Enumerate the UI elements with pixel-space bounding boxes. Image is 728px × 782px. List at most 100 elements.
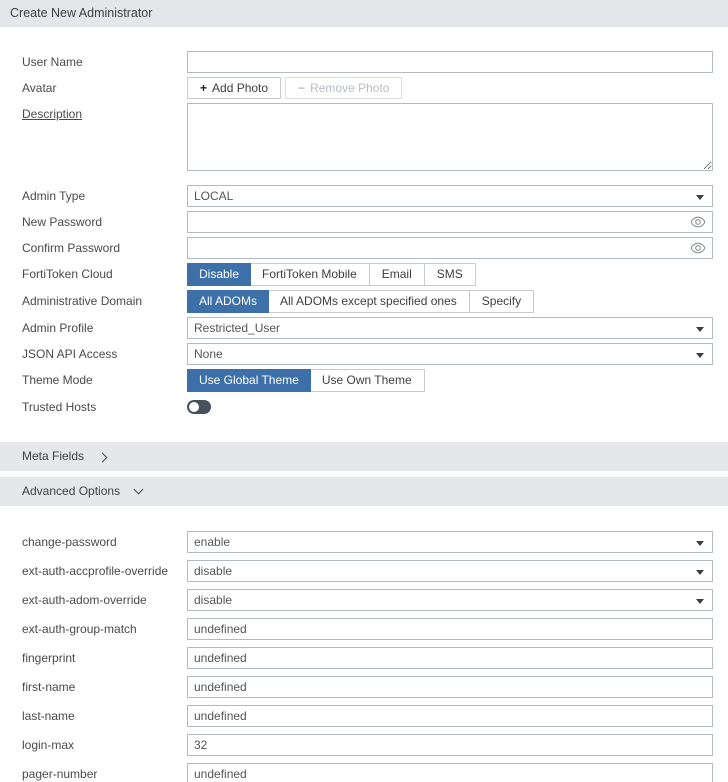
- adom-option-specify[interactable]: Specify: [470, 291, 533, 312]
- login-max-row: login-max: [22, 734, 713, 756]
- fortitoken-cloud-label: FortiToken Cloud: [22, 263, 187, 285]
- chevron-down-icon: [134, 485, 144, 495]
- change-password-label: change-password: [22, 531, 187, 553]
- ext-auth-adom-override-select[interactable]: disable: [187, 589, 713, 611]
- ext-auth-adom-override-row: ext-auth-adom-override disable: [22, 589, 713, 611]
- change-password-select[interactable]: enable: [187, 531, 713, 553]
- ext-auth-group-match-label: ext-auth-group-match: [22, 618, 187, 640]
- caret-down-icon: [696, 195, 704, 200]
- caret-down-icon: [696, 599, 704, 604]
- eye-icon[interactable]: [690, 242, 706, 254]
- json-api-access-row: JSON API Access None: [22, 343, 713, 365]
- advanced-options-section-header[interactable]: Advanced Options: [0, 477, 728, 506]
- json-api-access-label: JSON API Access: [22, 343, 187, 365]
- meta-fields-label: Meta Fields: [22, 449, 84, 463]
- theme-mode-group: Use Global Theme Use Own Theme: [187, 369, 425, 392]
- administrative-domain-group: All ADOMs All ADOMs except specified one…: [187, 290, 534, 313]
- theme-mode-label: Theme Mode: [22, 369, 187, 391]
- fortitoken-cloud-group: Disable FortiToken Mobile Email SMS: [187, 263, 476, 286]
- first-name-input[interactable]: [187, 676, 713, 698]
- caret-down-icon: [696, 541, 704, 546]
- adom-option-all[interactable]: All ADOMs: [187, 290, 269, 313]
- ext-auth-adom-override-value: disable: [194, 593, 232, 607]
- admin-type-label: Admin Type: [22, 185, 187, 207]
- theme-option-global[interactable]: Use Global Theme: [187, 369, 311, 392]
- theme-mode-row: Theme Mode Use Global Theme Use Own Them…: [22, 369, 713, 392]
- last-name-input[interactable]: [187, 705, 713, 727]
- caret-down-icon: [696, 570, 704, 575]
- eye-icon[interactable]: [690, 216, 706, 228]
- description-textarea[interactable]: [187, 103, 713, 171]
- advanced-options-label: Advanced Options: [22, 484, 120, 498]
- confirm-password-input[interactable]: [187, 237, 713, 259]
- ext-auth-group-match-input[interactable]: [187, 618, 713, 640]
- trusted-hosts-label: Trusted Hosts: [22, 396, 187, 418]
- create-admin-form: User Name Avatar + Add Photo −Remove Photo…: [0, 27, 728, 418]
- ext-auth-adom-override-label: ext-auth-adom-override: [22, 589, 187, 611]
- change-password-row: change-password enable: [22, 531, 713, 553]
- user-name-label: User Name: [22, 51, 187, 73]
- last-name-label: last-name: [22, 705, 187, 727]
- ext-auth-accprofile-override-select[interactable]: disable: [187, 560, 713, 582]
- description-row: Description: [22, 103, 713, 171]
- login-max-input[interactable]: [187, 734, 713, 756]
- ext-auth-group-match-row: ext-auth-group-match: [22, 618, 713, 640]
- first-name-row: first-name: [22, 676, 713, 698]
- admin-type-row: Admin Type LOCAL: [22, 185, 713, 207]
- fortitoken-option-disable[interactable]: Disable: [187, 263, 251, 286]
- admin-type-value: LOCAL: [194, 189, 233, 203]
- fortitoken-option-email[interactable]: Email: [370, 264, 425, 285]
- new-password-label: New Password: [22, 211, 187, 233]
- admin-type-select[interactable]: LOCAL: [187, 185, 713, 207]
- fingerprint-label: fingerprint: [22, 647, 187, 669]
- new-password-input[interactable]: [187, 211, 713, 233]
- pager-number-row: pager-number: [22, 763, 713, 782]
- user-name-input[interactable]: [187, 51, 713, 73]
- ext-auth-accprofile-override-value: disable: [194, 564, 232, 578]
- login-max-label: login-max: [22, 734, 187, 756]
- caret-down-icon: [696, 327, 704, 332]
- administrative-domain-row: Administrative Domain All ADOMs All ADOM…: [22, 290, 713, 313]
- minus-icon: −: [298, 81, 305, 95]
- trusted-hosts-toggle[interactable]: [187, 400, 211, 414]
- confirm-password-label: Confirm Password: [22, 237, 187, 259]
- fingerprint-input[interactable]: [187, 647, 713, 669]
- fortitoken-option-mobile[interactable]: FortiToken Mobile: [250, 264, 370, 285]
- change-password-value: enable: [194, 535, 230, 549]
- admin-profile-label: Admin Profile: [22, 317, 187, 339]
- caret-down-icon: [696, 353, 704, 358]
- avatar-row: Avatar + Add Photo −Remove Photo: [22, 77, 713, 99]
- adom-option-all-except[interactable]: All ADOMs except specified ones: [268, 291, 470, 312]
- toggle-knob: [189, 402, 199, 412]
- confirm-password-row: Confirm Password: [22, 237, 713, 259]
- plus-icon: +: [200, 81, 207, 95]
- json-api-access-select[interactable]: None: [187, 343, 713, 365]
- trusted-hosts-row: Trusted Hosts: [22, 396, 713, 418]
- theme-option-own[interactable]: Use Own Theme: [310, 370, 424, 391]
- advanced-options-form: change-password enable ext-auth-accprofi…: [0, 512, 728, 782]
- chevron-right-icon: [98, 453, 108, 463]
- last-name-row: last-name: [22, 705, 713, 727]
- ext-auth-accprofile-override-label: ext-auth-accprofile-override: [22, 560, 187, 582]
- remove-photo-label: Remove Photo: [310, 81, 389, 95]
- meta-fields-section-header[interactable]: Meta Fields: [0, 442, 728, 471]
- pager-number-input[interactable]: [187, 763, 713, 782]
- new-password-row: New Password: [22, 211, 713, 233]
- description-label: Description: [22, 103, 187, 125]
- add-photo-label: Add Photo: [212, 81, 268, 95]
- admin-profile-select[interactable]: Restricted_User: [187, 317, 713, 339]
- add-photo-button[interactable]: + Add Photo: [187, 77, 281, 99]
- fingerprint-row: fingerprint: [22, 647, 713, 669]
- remove-photo-button[interactable]: −Remove Photo: [285, 77, 402, 99]
- user-name-row: User Name: [22, 51, 713, 73]
- fortitoken-option-sms[interactable]: SMS: [425, 264, 475, 285]
- administrative-domain-label: Administrative Domain: [22, 290, 187, 312]
- pager-number-label: pager-number: [22, 763, 187, 782]
- admin-profile-row: Admin Profile Restricted_User: [22, 317, 713, 339]
- page-title: Create New Administrator: [0, 0, 728, 27]
- admin-profile-value: Restricted_User: [194, 321, 280, 335]
- avatar-label: Avatar: [22, 77, 187, 99]
- ext-auth-accprofile-override-row: ext-auth-accprofile-override disable: [22, 560, 713, 582]
- json-api-access-value: None: [194, 347, 223, 361]
- first-name-label: first-name: [22, 676, 187, 698]
